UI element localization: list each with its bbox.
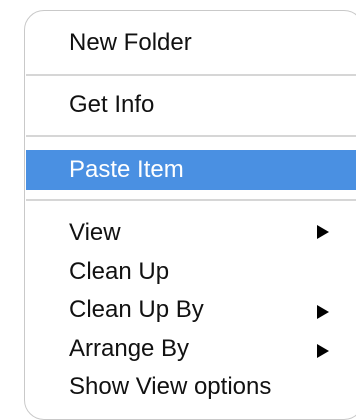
menu-item-view[interactable]: View	[69, 218, 121, 248]
menu-separator	[26, 135, 356, 137]
submenu-arrow-icon	[317, 225, 329, 239]
context-menu: New Folder Get Info Paste Item View Clea…	[24, 10, 356, 420]
menu-item-new-folder[interactable]: New Folder	[69, 28, 192, 58]
menu-item-paste-item[interactable]: Paste Item	[69, 155, 184, 185]
menu-item-clean-up[interactable]: Clean Up	[69, 257, 169, 287]
menu-separator	[26, 199, 356, 201]
submenu-arrow-icon	[317, 344, 329, 358]
menu-separator	[26, 74, 356, 76]
menu-item-clean-up-by[interactable]: Clean Up By	[69, 295, 204, 325]
menu-item-show-view-options[interactable]: Show View options	[69, 372, 271, 402]
menu-item-arrange-by[interactable]: Arrange By	[69, 334, 189, 364]
submenu-arrow-icon	[317, 305, 329, 319]
menu-item-get-info[interactable]: Get Info	[69, 90, 154, 120]
